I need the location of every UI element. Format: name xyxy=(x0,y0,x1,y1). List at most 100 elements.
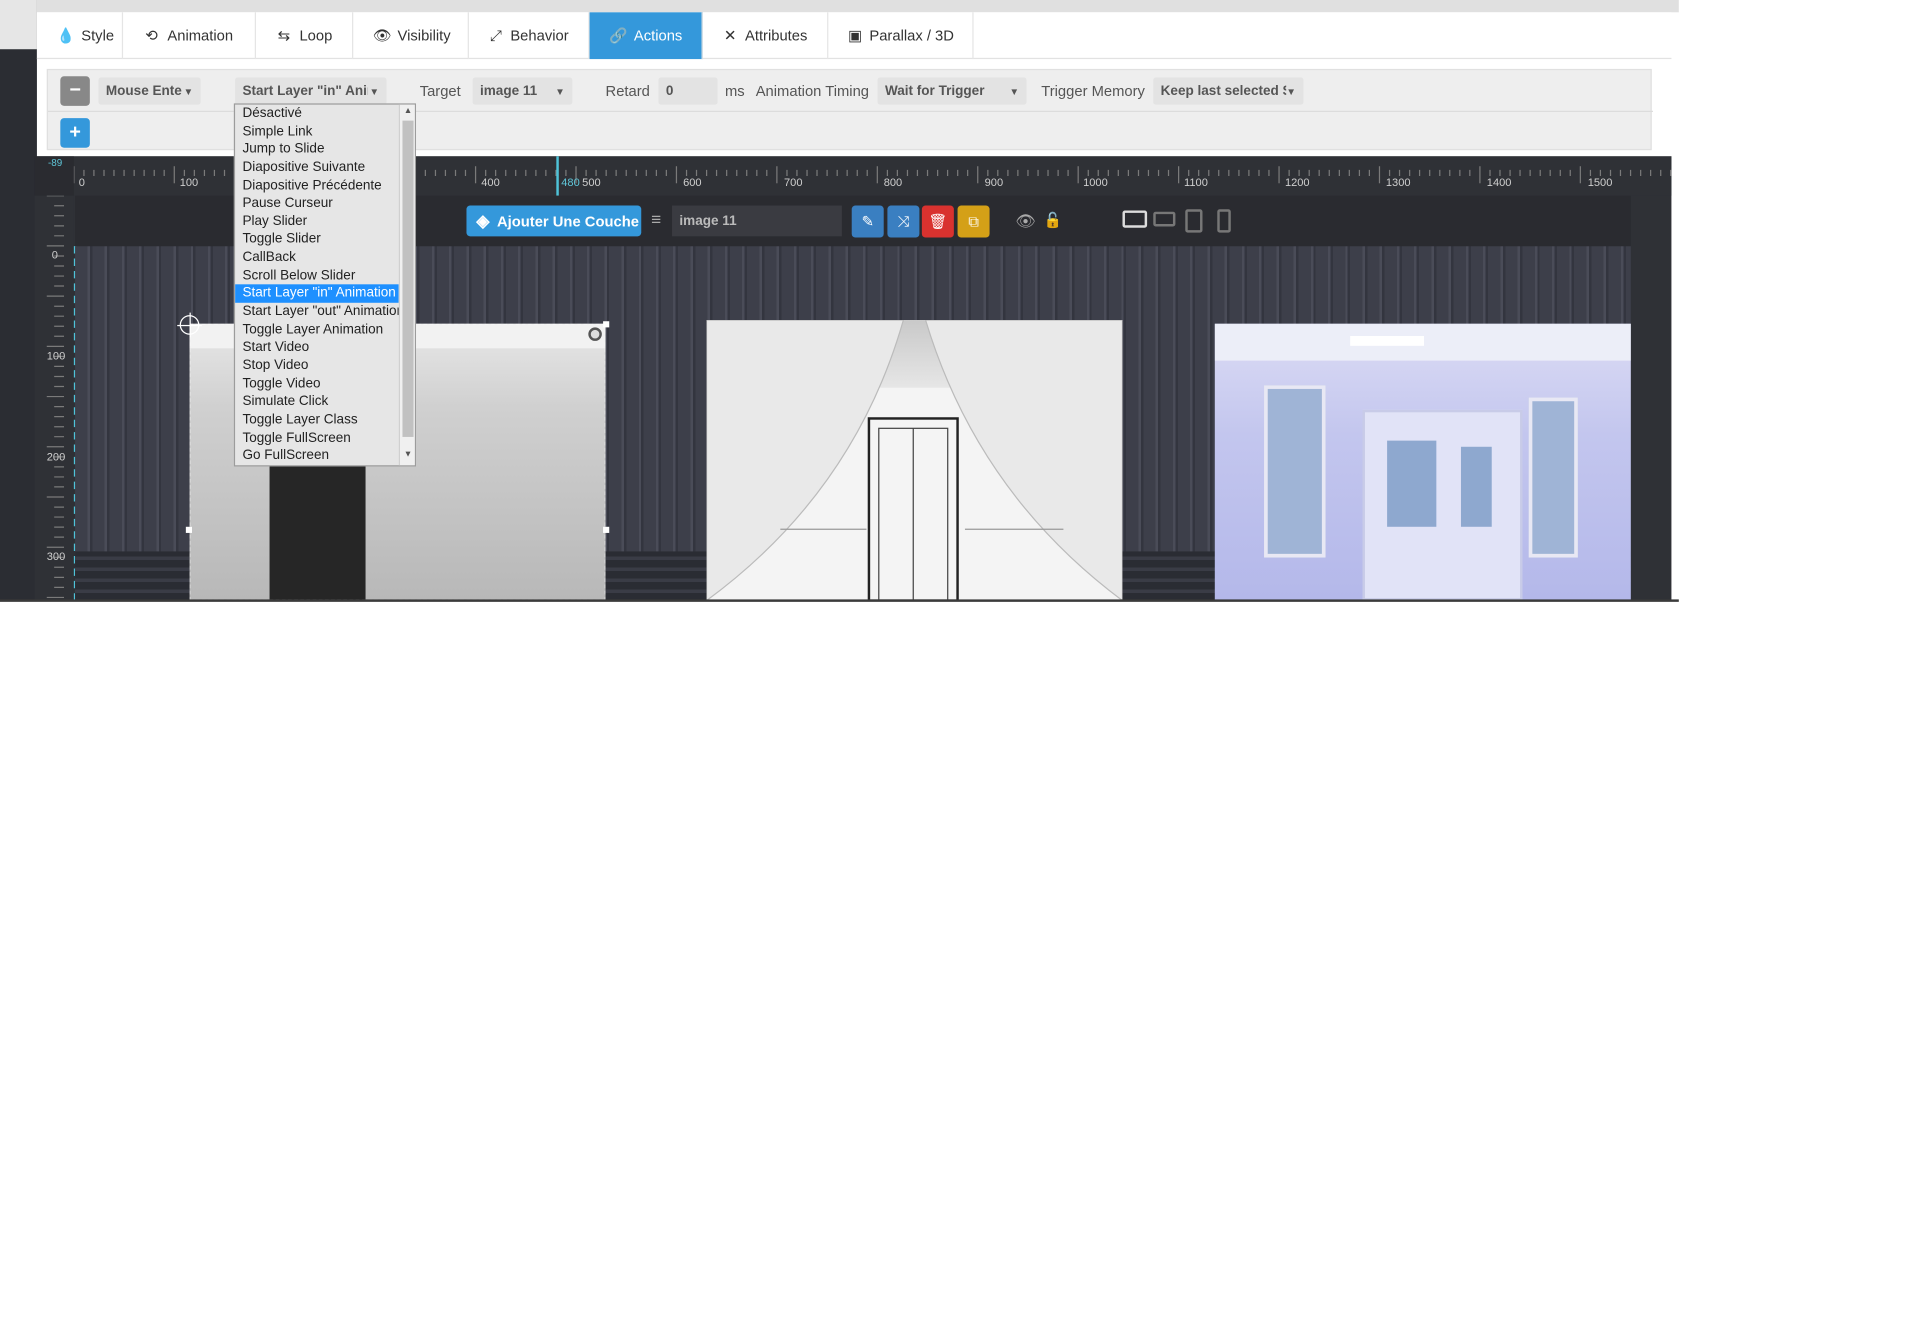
memory-label: Trigger Memory xyxy=(1041,82,1145,100)
left-dark-strip xyxy=(0,0,37,601)
tools-icon: ✕ xyxy=(723,27,737,45)
laptop-view-icon[interactable] xyxy=(1153,211,1176,227)
dropdown-option[interactable]: Toggle Slider xyxy=(235,231,415,249)
desktop-view-icon[interactable] xyxy=(1122,210,1148,228)
mobile-view-icon[interactable] xyxy=(1217,209,1231,233)
delay-unit: ms xyxy=(724,82,745,100)
copy-layer-button[interactable]: ⧉ xyxy=(957,205,990,238)
bottom-border xyxy=(0,599,1679,602)
drop-icon: 💧 xyxy=(56,27,76,45)
dropdown-option[interactable]: Play Slider xyxy=(235,213,415,231)
scroll-up-icon[interactable]: ▲ xyxy=(404,107,413,116)
delay-input[interactable]: 0 xyxy=(658,77,718,105)
trash-icon: 🗑 xyxy=(928,212,948,231)
delay-label: Retard xyxy=(605,82,650,100)
pencil-icon: ✎ xyxy=(861,212,874,231)
cleanroom-window xyxy=(1264,385,1326,558)
action-type-dropdown[interactable]: Désactivé Simple Link Jump to Slide Diaposi… xyxy=(233,103,417,467)
history-icon: ⟲ xyxy=(145,27,158,45)
dropdown-option[interactable]: Simulate Click xyxy=(235,393,415,411)
tab-animation[interactable]: ⟲ Animation xyxy=(123,12,257,60)
target-select[interactable]: image 11 ▼ xyxy=(472,77,573,105)
dropdown-option[interactable]: Toggle Layer Class xyxy=(235,411,415,429)
dropdown-option[interactable]: Pause Curseur xyxy=(235,195,415,213)
scroll-down-icon[interactable]: ▼ xyxy=(404,450,413,459)
layer-name-input[interactable]: image 11 xyxy=(672,205,842,237)
dropdown-option[interactable]: Toggle Layer Animation xyxy=(235,321,415,339)
resize-icon: ⤢ xyxy=(489,26,502,44)
top-strip xyxy=(36,0,1679,13)
tab-behavior[interactable]: ⤢ Behavior xyxy=(469,12,590,60)
chevron-down-icon: ▼ xyxy=(1286,85,1297,97)
door-window-right xyxy=(1460,446,1492,527)
dropdown-option[interactable]: Start Layer "out" Animation xyxy=(235,303,415,321)
menu-icon[interactable]: ≡ xyxy=(645,209,667,234)
target-label: Target xyxy=(419,82,461,100)
shuffle-icon: ⤨ xyxy=(897,212,910,230)
chevron-down-icon: ▼ xyxy=(369,85,380,97)
dropdown-option[interactable]: Start Video xyxy=(235,339,415,357)
scrollbar-thumb[interactable] xyxy=(402,120,414,437)
tab-visibility[interactable]: 👁 Visibility xyxy=(353,12,469,60)
ruler-position-marker xyxy=(556,156,559,196)
tab-loop[interactable]: ⇆ Loop xyxy=(256,12,354,60)
left-strip-top xyxy=(0,0,37,50)
dropdown-option[interactable]: Stop Video xyxy=(235,357,415,375)
unlock-icon[interactable]: 🔓 xyxy=(1044,212,1062,229)
dropdown-scrollbar[interactable]: ▲ ▼ xyxy=(398,104,415,466)
tab-actions[interactable]: 🔗 Actions xyxy=(589,12,703,60)
timing-label: Animation Timing xyxy=(755,82,870,100)
loop-icon: ⇆ xyxy=(277,27,291,45)
dropdown-option[interactable]: Désactivé xyxy=(235,105,415,123)
delete-layer-button[interactable]: 🗑 xyxy=(921,205,954,238)
chevron-down-icon: ▼ xyxy=(183,85,194,97)
ruler-corner: -89 xyxy=(34,156,74,196)
image-layer-sketch[interactable] xyxy=(706,320,1123,601)
door-window-left xyxy=(1387,440,1437,527)
dropdown-option[interactable]: Toggle FullScreen xyxy=(235,429,415,447)
dropdown-option[interactable]: CallBack xyxy=(235,249,415,267)
tab-parallax-3d[interactable]: ▣ Parallax / 3D xyxy=(828,12,974,60)
resize-handle[interactable] xyxy=(185,526,193,533)
dropdown-option[interactable]: Diapositive Suivante xyxy=(235,159,415,177)
chevron-down-icon: ▼ xyxy=(1009,85,1020,97)
add-action-button[interactable]: + xyxy=(60,118,90,148)
eye-icon[interactable]: 👁 xyxy=(1015,212,1035,232)
image-layer-cleanroom[interactable] xyxy=(1214,323,1631,601)
duplicate-layer-button[interactable]: ⤨ xyxy=(887,205,920,238)
event-select[interactable]: Mouse Enter ▼ xyxy=(98,77,201,105)
dropdown-option[interactable]: Toggle Video xyxy=(235,375,415,393)
add-layer-button[interactable]: ◈ Ajouter Une Couche xyxy=(466,205,642,237)
tab-style[interactable]: 💧 Style xyxy=(37,12,124,60)
crosshair-icon[interactable] xyxy=(177,312,202,338)
copy-icon: ⧉ xyxy=(968,212,979,230)
dropdown-option[interactable]: Jump to Slide xyxy=(235,141,415,159)
layers-icon: ◈ xyxy=(476,210,490,231)
dropdown-option[interactable]: Simple Link xyxy=(235,123,415,141)
tab-attributes[interactable]: ✕ Attributes xyxy=(703,12,829,60)
dropdown-option[interactable]: Start Layer "in" Animation xyxy=(235,284,399,303)
cleanroom-window xyxy=(1528,397,1578,558)
tablet-view-icon[interactable] xyxy=(1185,209,1203,233)
eye-icon: 👁 xyxy=(372,27,392,45)
link-icon: 🔗 xyxy=(609,27,628,45)
crosshair-line-h xyxy=(177,324,202,327)
dropdown-option[interactable]: Go FullScreen xyxy=(235,447,415,465)
rotate-handle-icon[interactable] xyxy=(588,327,602,341)
edit-layer-button[interactable]: ✎ xyxy=(851,205,884,238)
dropdown-option[interactable]: Scroll Below Slider xyxy=(235,267,415,285)
dropdown-option[interactable]: Diapositive Précédente xyxy=(235,177,415,195)
remove-action-button[interactable]: − xyxy=(60,76,90,106)
vertical-ruler: 0 100 200 300 xyxy=(34,195,77,601)
layer-settings-tabs: 💧 Style ⟲ Animation ⇆ Loop 👁 Visibility … xyxy=(36,12,1672,60)
dropdown-list: Désactivé Simple Link Jump to Slide Diaposi… xyxy=(235,105,415,465)
resize-handle[interactable] xyxy=(603,526,610,533)
ceiling-light xyxy=(1350,336,1425,346)
resize-handle[interactable] xyxy=(603,321,610,328)
chevron-down-icon: ▼ xyxy=(555,85,565,97)
sketch-drawing xyxy=(706,320,1123,601)
timing-select[interactable]: Wait for Trigger ▼ xyxy=(877,77,1027,105)
memory-select[interactable]: Keep last selected State▼ xyxy=(1153,77,1304,105)
image-icon: ▣ xyxy=(848,27,862,45)
action-type-select[interactable]: Start Layer "in" Animation▼ xyxy=(235,77,387,105)
